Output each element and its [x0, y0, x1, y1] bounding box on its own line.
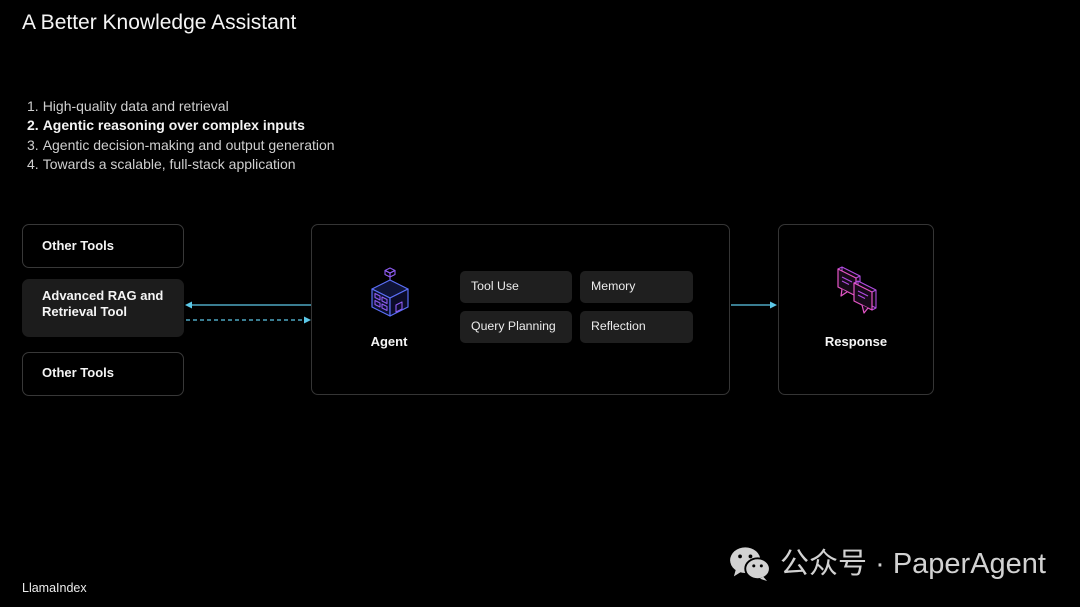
- agenda-item-text: Agentic decision-making and output gener…: [42, 136, 335, 153]
- antenna: [384, 267, 396, 281]
- agent-label: Agent: [370, 334, 408, 349]
- agenda-list: 1. High-quality data and retrieval 2. Agen…: [27, 97, 335, 174]
- capability-label: Memory: [591, 279, 636, 293]
- chat-bubble-front: [853, 280, 877, 314]
- agenda-item-number: 3.: [27, 136, 39, 153]
- agenda-item-number: 1.: [27, 98, 39, 114]
- agenda-item: 3. Agentic decision-making and output gen…: [27, 136, 335, 155]
- agenda-item-number: 4.: [27, 155, 39, 172]
- agenda-item-text: High-quality data and retrieval: [42, 98, 229, 114]
- capability-chip-query-planning: Query Planning: [460, 311, 572, 343]
- tool-box-advanced-rag: Advanced RAG and Retrieval Tool: [22, 279, 184, 337]
- footer-brand: LlamaIndex: [22, 581, 87, 595]
- capability-chip-tool-use: Tool Use: [460, 271, 572, 303]
- building-body: [371, 279, 409, 317]
- agenda-item-number: 2.: [27, 117, 39, 134]
- slide: A Better Knowledge Assistant 1. High-qual…: [0, 0, 1080, 607]
- tool-box-other-tools-bottom: Other Tools: [22, 352, 184, 396]
- slide-title: A Better Knowledge Assistant: [22, 11, 297, 34]
- tool-label: Other Tools: [42, 365, 114, 380]
- tool-box-other-tools-top: Other Tools: [22, 224, 184, 268]
- wechat-icon: [730, 547, 771, 582]
- watermark: 公众号 · PaperAgent: [729, 546, 1046, 582]
- agent-panel: Agent Tool Use Memory Query Planning Ref…: [311, 224, 730, 395]
- arrow-agent-to-rag-tool: [185, 301, 311, 309]
- capability-chip-reflection: Reflection: [580, 311, 693, 343]
- response-label: Response: [824, 334, 888, 349]
- capability-label: Tool Use: [471, 279, 519, 293]
- arrow-agent-to-response: [731, 301, 777, 309]
- agenda-item: 2. Agentic reasoning over complex inputs: [27, 116, 335, 135]
- capability-label: Query Planning: [471, 319, 556, 333]
- agenda-item: 1. High-quality data and retrieval: [27, 97, 335, 116]
- tool-label: Other Tools: [42, 238, 114, 253]
- agenda-item: 4. Towards a scalable, full-stack applica…: [27, 155, 335, 174]
- watermark-text: 公众号 · PaperAgent: [780, 548, 1046, 580]
- capability-chip-memory: Memory: [580, 271, 693, 303]
- response-panel: Response: [778, 224, 934, 395]
- tool-label: Advanced RAG and Retrieval Tool: [42, 288, 164, 319]
- agenda-item-text: Towards a scalable, full-stack applicati…: [42, 155, 296, 172]
- agenda-item-text: Agentic reasoning over complex inputs: [42, 117, 305, 134]
- agent-building-icon: [371, 267, 409, 317]
- arrow-rag-tool-to-agent-dashed: [186, 316, 311, 324]
- response-chat-icon: [837, 266, 877, 314]
- capability-label: Reflection: [591, 319, 646, 333]
